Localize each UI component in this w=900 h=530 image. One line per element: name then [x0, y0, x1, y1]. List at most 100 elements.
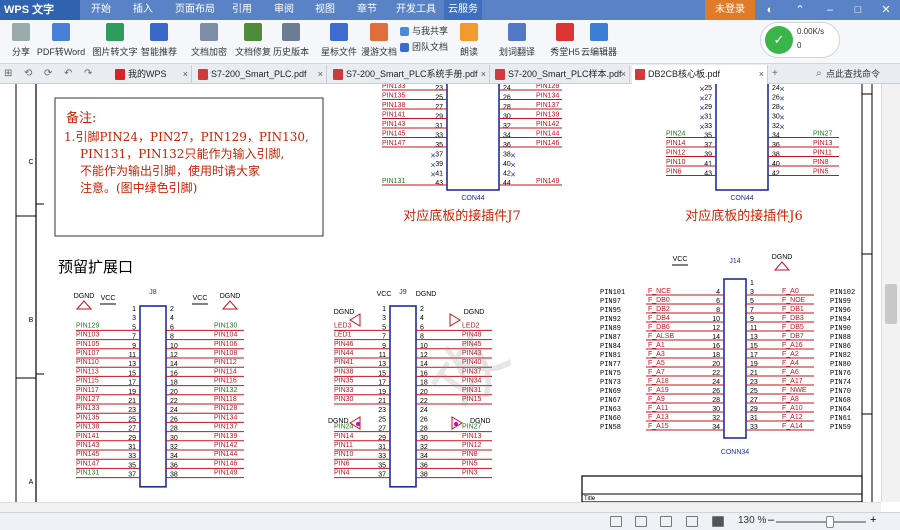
ribbon-button-3[interactable]: 图片转文字	[90, 22, 140, 62]
ribbon-icon-1	[12, 23, 30, 41]
quick-access-icon-1[interactable]: ⊞	[4, 64, 12, 84]
close-tab-icon[interactable]: ×	[318, 65, 323, 83]
login-button[interactable]: 未登录	[705, 0, 755, 20]
connector-body	[723, 278, 747, 439]
dgnd-label: DGND	[328, 418, 349, 425]
doc-tab-1[interactable]: 我的WPS ×	[112, 65, 192, 84]
ribbon-small-button-2[interactable]: 团队文档	[398, 40, 448, 54]
pin-number: 33	[704, 123, 712, 130]
ground-icon	[221, 300, 239, 310]
ribbon-button-9[interactable]: 漫游文档	[360, 22, 398, 62]
tab-2[interactable]: 插入	[120, 0, 166, 20]
ribbon-small-button-1[interactable]: 与我共享	[398, 24, 448, 38]
doc-tab-3[interactable]: S7-200_Smart_PLC系统手册.pdf ×	[330, 65, 490, 84]
pin-number: 4	[420, 315, 424, 322]
quick-access-icon-5[interactable]: ↷	[84, 64, 92, 84]
zoom-out-icon[interactable]: –	[768, 514, 774, 526]
doc-tab-4[interactable]: S7-200_Smart_PLC样本.pdf ×	[492, 65, 630, 84]
pin-label: PIN147	[382, 140, 405, 147]
pin-label: PIN8	[462, 451, 478, 458]
note-line: 1.引脚PIN24，PIN27，PIN129，PIN130,	[64, 129, 309, 144]
close-icon[interactable]: ✕	[876, 0, 896, 20]
pin-label: PIN10	[666, 159, 686, 166]
no-connect-icon: ×	[430, 151, 435, 161]
scroll-thumb[interactable]	[885, 284, 897, 324]
zoom-slider[interactable]	[776, 521, 866, 523]
horizontal-scrollbar[interactable]	[0, 502, 881, 512]
pin-label: PIN86	[830, 343, 851, 351]
wps-menu-button[interactable]: WPS 文字	[0, 0, 80, 20]
signal-label: F_DB3	[782, 315, 804, 322]
pin-label: PIN61	[830, 415, 851, 423]
pin-label: PIN133	[76, 405, 99, 412]
minimize-ribbon-icon[interactable]: ⌃	[790, 0, 810, 20]
ribbon-button-8[interactable]: 星标文件	[320, 22, 358, 62]
tab-1[interactable]: 开始	[84, 0, 118, 20]
pin-number: 24	[503, 85, 511, 92]
doc-tab-5[interactable]: DB2CB核心板.pdf ×	[632, 65, 768, 84]
border-letter: A	[29, 479, 34, 486]
pin-label: PIN13	[462, 433, 482, 440]
outline-view-icon[interactable]	[686, 516, 698, 527]
pin-label: PIN70	[830, 388, 851, 396]
document-viewer: C B A 备注: 1.引脚PIN24，PIN27，PIN129，PIN130, PIN1…	[0, 84, 900, 502]
close-tab-icon[interactable]: ×	[759, 65, 764, 83]
skin-icon[interactable]: ◐	[760, 0, 780, 20]
pin-number: 25	[435, 95, 443, 102]
read-mode-icon[interactable]	[635, 516, 647, 527]
close-tab-icon[interactable]: ×	[481, 65, 486, 83]
watermark: 攻	[417, 319, 524, 423]
quick-access-icon-4[interactable]: ↶	[64, 64, 72, 84]
ribbon-button-13[interactable]: 云编辑器	[580, 22, 618, 62]
pin-number: 36	[503, 142, 511, 149]
tab-9[interactable]: 云服务	[444, 0, 482, 20]
ribbon-button-1[interactable]: 分享	[2, 22, 40, 62]
doc-tab-label: S7-200_Smart_PLC样本.pdf	[508, 69, 622, 79]
tab-5[interactable]: 审阅	[264, 0, 304, 20]
tab-7[interactable]: 章节	[346, 0, 388, 20]
ribbon-button-4[interactable]: 智能推荐	[140, 22, 178, 62]
wps-logo-icon	[115, 69, 125, 80]
zoom-slider-knob[interactable]	[826, 516, 834, 528]
ribbon-button-7[interactable]: 历史版本	[272, 22, 310, 62]
no-connect-icon: ×	[699, 103, 704, 113]
ribbon-button-label: 云编辑器	[580, 47, 617, 57]
zoom-in-icon[interactable]: +	[870, 514, 876, 526]
ribbon-button-label: 文档修复	[234, 47, 271, 57]
maximize-icon[interactable]: □	[848, 0, 868, 20]
close-tab-icon[interactable]: ×	[183, 65, 188, 83]
ribbon-button-6[interactable]: 文档修复	[234, 22, 272, 62]
new-tab-icon[interactable]: +	[772, 64, 778, 84]
ribbon-button-5[interactable]: 文档加密	[190, 22, 228, 62]
ribbon-icon-3	[106, 23, 124, 41]
quick-access-icon-2[interactable]: ⟲	[24, 64, 32, 84]
tab-6[interactable]: 视图	[306, 0, 344, 20]
pin-number: 2	[170, 306, 174, 313]
pin-label: PIN3	[462, 470, 478, 477]
signal-label: F_DB2	[648, 306, 670, 313]
doc-tab-label: DB2CB核心板.pdf	[648, 69, 721, 79]
no-connect-icon: ×	[779, 122, 784, 132]
zoom-level[interactable]: 130 %	[738, 515, 766, 526]
connector-name: J8	[149, 289, 157, 296]
ribbon-button-label: 智能推荐	[140, 47, 177, 57]
minimize-icon[interactable]: –	[820, 0, 840, 20]
ribbon-button-2[interactable]: PDF转Word	[36, 22, 86, 62]
pin-number: 37	[435, 152, 443, 159]
ribbon-button-11[interactable]: 划词翻译	[498, 22, 536, 62]
tab-8[interactable]: 开发工具	[390, 0, 442, 20]
layout-view-icon[interactable]	[712, 516, 724, 527]
ribbon-button-10[interactable]: 朗读	[450, 22, 488, 62]
web-view-icon[interactable]	[660, 516, 672, 527]
close-tab-icon[interactable]: ×	[621, 65, 626, 83]
signal-label: F_A16	[782, 342, 803, 349]
vertical-scrollbar[interactable]	[881, 84, 900, 502]
page-view-icon[interactable]	[610, 516, 622, 527]
pin-label: PIN142	[214, 442, 237, 449]
quick-access-icon-3[interactable]: ⟳	[44, 64, 52, 84]
tab-4[interactable]: 引用	[222, 0, 262, 20]
ribbon-button-12[interactable]: 秀堂H5	[546, 22, 584, 62]
doc-tab-2[interactable]: S7-200_Smart_PLC.pdf ×	[195, 65, 327, 84]
tab-3[interactable]: 页面布局	[170, 0, 220, 20]
command-search-input[interactable]: 点此查找命令	[826, 66, 896, 82]
